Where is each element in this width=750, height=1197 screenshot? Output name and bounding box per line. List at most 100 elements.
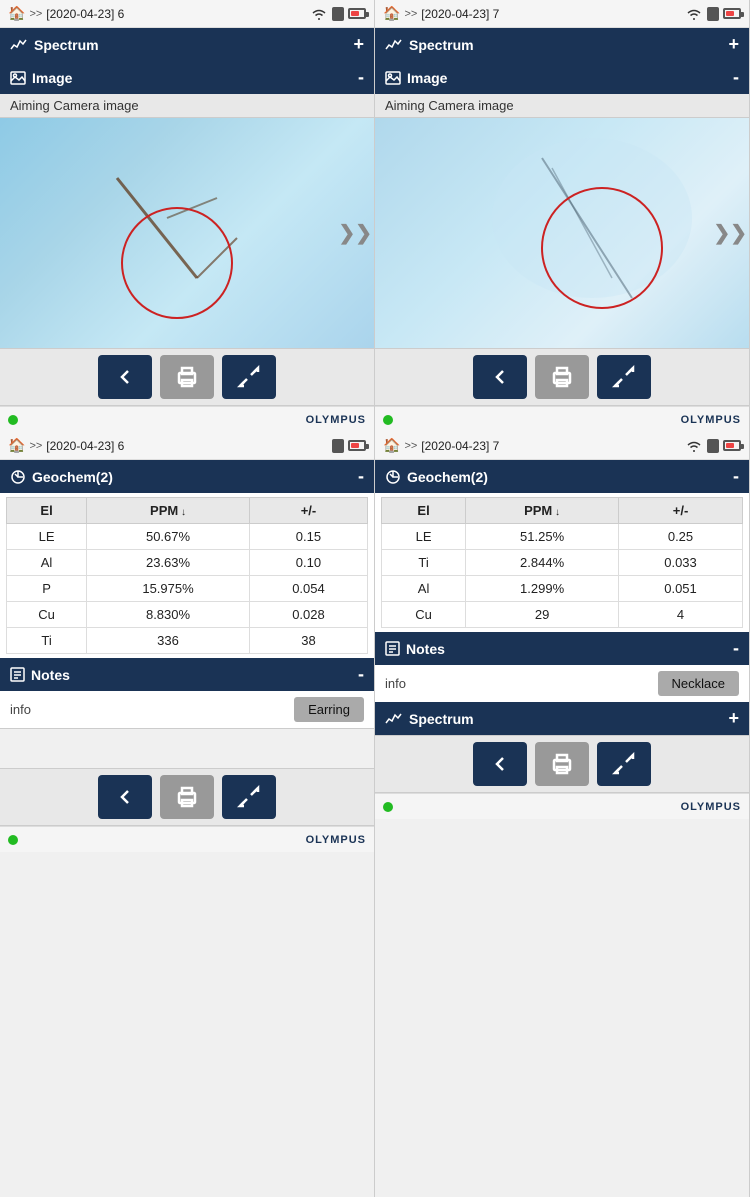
home-icon2-right[interactable]: 🏠: [383, 437, 400, 454]
table-row: Al1.299%0.051: [382, 576, 743, 602]
battery-icon2-left: [348, 440, 366, 451]
breadcrumb-title-right: [2020-04-23] 7: [421, 7, 681, 21]
print-button-right[interactable]: [535, 355, 589, 399]
panel-left: 🏠 >> [2020-04-23] 6 Spectrum +: [0, 0, 375, 1197]
olympus-logo-bottom-right: OLYMPUS: [681, 801, 741, 813]
expand-button-left[interactable]: [222, 355, 276, 399]
image-header-left: Image -: [0, 61, 374, 94]
notes-value-button-left[interactable]: Earring: [294, 697, 364, 722]
home-icon2-left[interactable]: 🏠: [8, 437, 25, 454]
print-button-bottom-left[interactable]: [160, 775, 214, 819]
notes-info-label-left: info: [10, 702, 31, 717]
geochem-icon-left: [10, 469, 26, 485]
table-row: Ti33638: [7, 628, 368, 654]
home-icon-right[interactable]: 🏠: [383, 5, 400, 22]
back-button-bottom-right[interactable]: [473, 742, 527, 786]
notes-value-button-right[interactable]: Necklace: [658, 671, 739, 696]
back-button-right[interactable]: [473, 355, 527, 399]
col-el-left: El: [7, 498, 87, 524]
olympus-logo-right: OLYMPUS: [681, 414, 741, 426]
geochem-table-right: El PPM +/- LE51.25%0.25Ti2.844%0.033Al1.…: [375, 493, 749, 632]
status-dot-bottom-right: [383, 802, 393, 812]
status-icons2-left: [332, 439, 366, 453]
battery-icon2-right: [723, 440, 741, 451]
geochem-toggle-left[interactable]: -: [358, 466, 364, 487]
image-toggle-left[interactable]: -: [358, 67, 364, 88]
col-pm-left: +/-: [249, 498, 367, 524]
camera-label-right: Aiming Camera image: [375, 94, 749, 118]
status-dot-left: [8, 415, 18, 425]
col-ppm-right[interactable]: PPM: [466, 498, 619, 524]
breadcrumb-title2-right: [2020-04-23] 7: [421, 439, 681, 453]
battery-icon: [348, 8, 366, 19]
status-icons-left: [310, 7, 366, 21]
home-icon[interactable]: 🏠: [8, 5, 25, 22]
expand-button-right[interactable]: [597, 355, 651, 399]
spectrum-bottom-header-right: Spectrum +: [375, 702, 749, 735]
spectrum-label-left: Spectrum: [34, 37, 99, 53]
breadcrumb-title2-left: [2020-04-23] 6: [46, 439, 328, 453]
sd-icon2-right: [707, 439, 719, 453]
notes-info-label-right: info: [385, 676, 406, 691]
panel-right: 🏠 >> [2020-04-23] 7 Spectrum +: [375, 0, 750, 1197]
action-bar-bottom-right: [375, 735, 749, 793]
notes-header-right: Notes -: [375, 632, 749, 665]
camera-label-left: Aiming Camera image: [0, 94, 374, 118]
scroll-area-right: Spectrum + Image - Aiming Camera image: [375, 28, 749, 1197]
status-icons2-right: [685, 439, 741, 453]
col-ppm-left[interactable]: PPM: [87, 498, 250, 524]
notes-toggle-right[interactable]: -: [733, 638, 739, 659]
table-row: Al23.63%0.10: [7, 550, 368, 576]
status-dot-right: [383, 415, 393, 425]
image-toggle-right[interactable]: -: [733, 67, 739, 88]
camera-image-left: ❯❯: [0, 118, 374, 348]
olympus-logo-bottom-left: OLYMPUS: [306, 834, 366, 846]
print-button-left[interactable]: [160, 355, 214, 399]
spectrum-bottom-toggle-right[interactable]: +: [728, 708, 739, 729]
olympus-bar-bottom-left: OLYMPUS: [0, 826, 374, 852]
table-row: P15.975%0.054: [7, 576, 368, 602]
table-row: Ti2.844%0.033: [382, 550, 743, 576]
data-table-right: El PPM +/- LE51.25%0.25Ti2.844%0.033Al1.…: [381, 497, 743, 628]
status-bar-right: 🏠 >> [2020-04-23] 7: [375, 0, 749, 28]
chevron-right-icon-left[interactable]: ❯❯: [338, 221, 372, 246]
olympus-bar-bottom-right: OLYMPUS: [375, 793, 749, 819]
image-label-left: Image: [32, 70, 72, 86]
status-icons-right: [685, 7, 741, 21]
battery-icon-right: [723, 8, 741, 19]
notes-section-left: info Earring: [0, 691, 374, 728]
olympus-logo-left: OLYMPUS: [306, 414, 366, 426]
image-header-right: Image -: [375, 61, 749, 94]
table-row: LE51.25%0.25: [382, 524, 743, 550]
table-row: Cu294: [382, 602, 743, 628]
expand-button-bottom-left[interactable]: [222, 775, 276, 819]
image-icon-left: [10, 71, 26, 85]
back-button-bottom-left[interactable]: [98, 775, 152, 819]
action-bar-right: [375, 348, 749, 406]
notes-label-left: Notes: [31, 667, 70, 683]
spectrum-header-left: Spectrum +: [0, 28, 374, 61]
spectrum-label-right: Spectrum: [409, 37, 474, 53]
table-row: LE50.67%0.15: [7, 524, 368, 550]
data-table-left: El PPM +/- LE50.67%0.15Al23.63%0.10P15.9…: [6, 497, 368, 654]
back-button-left[interactable]: [98, 355, 152, 399]
geochem-icon-right: [385, 469, 401, 485]
geochem-label-left: Geochem(2): [32, 469, 113, 485]
chevron-right-icon-right[interactable]: ❯❯: [713, 221, 747, 246]
notes-toggle-left[interactable]: -: [358, 664, 364, 685]
table-row: Cu8.830%0.028: [7, 602, 368, 628]
olympus-bar-mid-right: OLYMPUS: [375, 406, 749, 432]
image-icon-right: [385, 71, 401, 85]
print-button-bottom-right[interactable]: [535, 742, 589, 786]
spectrum-bottom-label-right: Spectrum: [409, 711, 474, 727]
status-bar2-left: 🏠 >> [2020-04-23] 6: [0, 432, 374, 460]
col-el-right: El: [382, 498, 466, 524]
spectrum-icon-right: [385, 37, 403, 53]
breadcrumb-title-left: [2020-04-23] 6: [46, 7, 306, 21]
spectrum-toggle-right[interactable]: +: [728, 34, 739, 55]
spectrum-toggle-left[interactable]: +: [353, 34, 364, 55]
wifi-icon: [310, 7, 328, 21]
geochem-toggle-right[interactable]: -: [733, 466, 739, 487]
expand-button-bottom-right[interactable]: [597, 742, 651, 786]
sd-icon2-left: [332, 439, 344, 453]
